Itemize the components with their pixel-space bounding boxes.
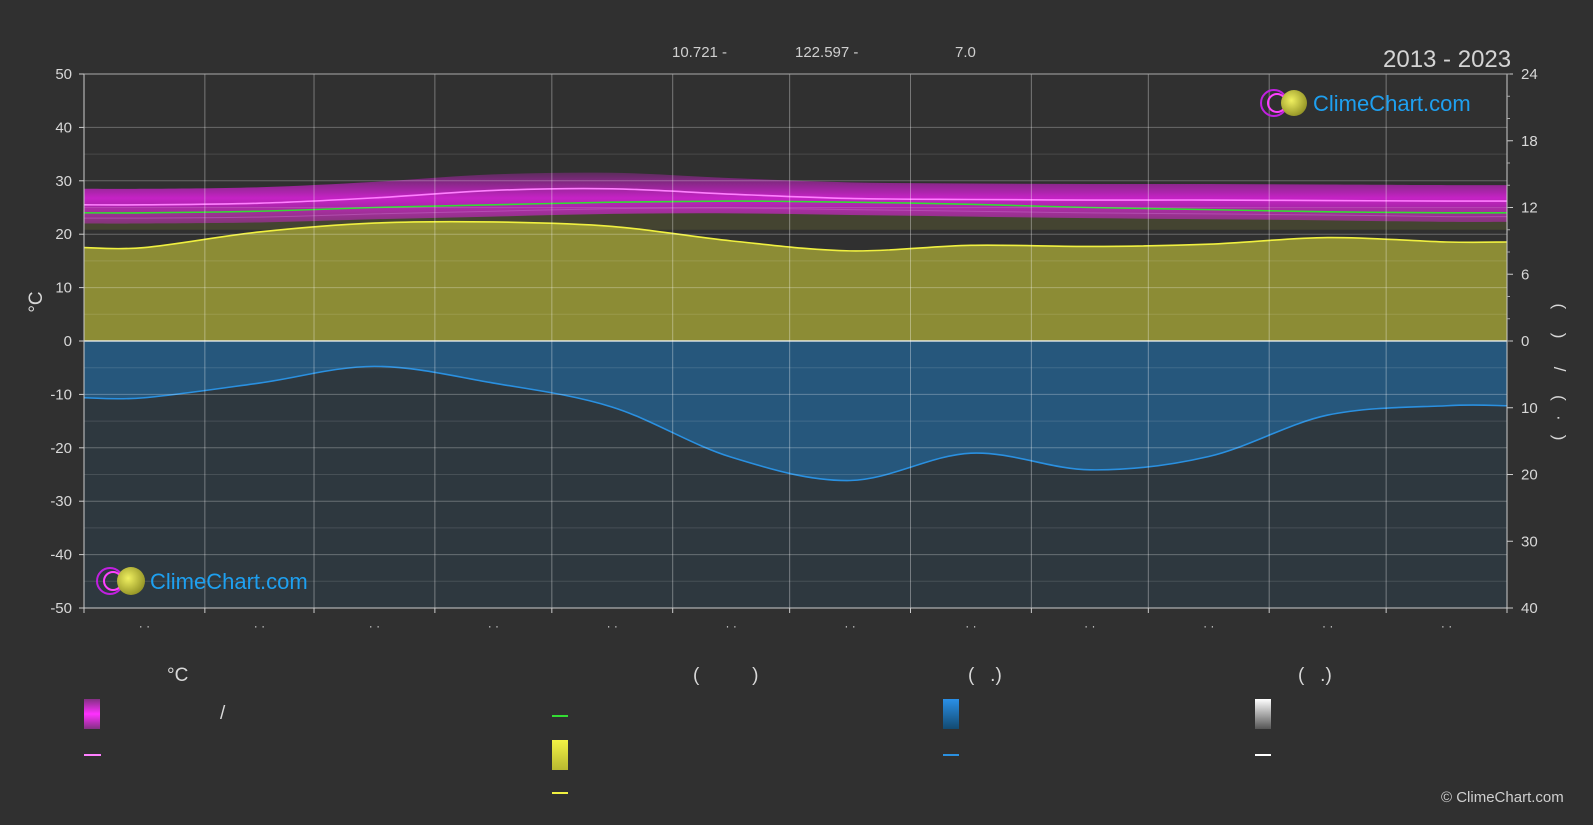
- logo-text-bottom[interactable]: ClimeChart.com: [150, 569, 308, 595]
- logo-text-top[interactable]: ClimeChart.com: [1313, 91, 1471, 117]
- x-tick-label: · ·: [1084, 619, 1095, 633]
- legend-swatch-sunshine: [552, 740, 568, 770]
- x-tick-label: · ·: [1441, 619, 1452, 633]
- logo-sun-icon: [1281, 90, 1307, 116]
- x-tick-label: · ·: [965, 619, 976, 633]
- legend-swatch-snow: [1255, 699, 1271, 729]
- y-axis-right-title: ( ) / ( · ): [1550, 303, 1569, 441]
- y-left-tick-label: -40: [50, 547, 72, 564]
- y-left-tick-label: 50: [55, 66, 72, 83]
- logo-sun-icon: [117, 567, 145, 595]
- legend-swatch-precip: [943, 699, 959, 729]
- y-right-tick-label: 6: [1521, 266, 1529, 283]
- y-right-tick-label: 0: [1521, 333, 1529, 350]
- logo-top: [1260, 89, 1307, 117]
- y-left-tick-label: 10: [55, 280, 72, 297]
- header-longitude: 122.597 -: [795, 44, 859, 61]
- header-latitude: 10.721 -: [672, 44, 728, 61]
- y-right-tick-label: 18: [1521, 133, 1538, 150]
- x-tick-label: · ·: [1322, 619, 1333, 633]
- y-left-tick-label: 30: [55, 173, 72, 190]
- x-tick-label: · ·: [369, 619, 380, 633]
- y-right-tick-label: 10: [1521, 400, 1538, 417]
- x-tick-label: · ·: [1203, 619, 1214, 633]
- x-tick-label: · ·: [254, 619, 265, 633]
- legend-swatch-temp-range: [84, 699, 100, 729]
- copyright[interactable]: © ClimeChart.com: [1441, 789, 1564, 806]
- y-right-tick-label: 12: [1521, 200, 1538, 217]
- y-left-tick-label: 20: [55, 226, 72, 243]
- legend-temp-heading: °C: [167, 665, 189, 686]
- y-left-tick-label: -50: [50, 600, 72, 617]
- y-left-tick-label: 40: [55, 119, 72, 136]
- legend-rain-heading: ( .): [968, 665, 1002, 686]
- y-right-tick-label: 20: [1521, 467, 1538, 484]
- legend-temp-slash: /: [220, 703, 226, 724]
- x-tick-label: · ·: [844, 619, 855, 633]
- climate-chart: 50 40 30 20 10 0 -10 -20 -30 -40 -50 24 18 12 6 0 10 20 30…: [50, 66, 1538, 794]
- y-right-tick-label: 40: [1521, 600, 1538, 617]
- x-tick-label: · ·: [726, 619, 737, 633]
- y-left-tick-label: -20: [50, 440, 72, 457]
- x-tick-label: · ·: [607, 619, 618, 633]
- header-elevation: 7.0: [955, 44, 976, 61]
- legend-snow-heading: ( .): [1298, 665, 1332, 686]
- x-tick-label: · ·: [488, 619, 499, 633]
- y-left-tick-label: -30: [50, 493, 72, 510]
- y-left-tick-label: -10: [50, 386, 72, 403]
- x-tick-label: · ·: [139, 619, 150, 633]
- y-right-tick-label: 30: [1521, 533, 1538, 550]
- y-left-tick-label: 0: [64, 333, 72, 350]
- legend-sun-heading: ( ): [693, 665, 759, 686]
- period-label: 2013 - 2023: [1383, 46, 1512, 73]
- y-right-tick-label: 24: [1521, 66, 1538, 83]
- y-axis-left-title: °C: [26, 291, 47, 313]
